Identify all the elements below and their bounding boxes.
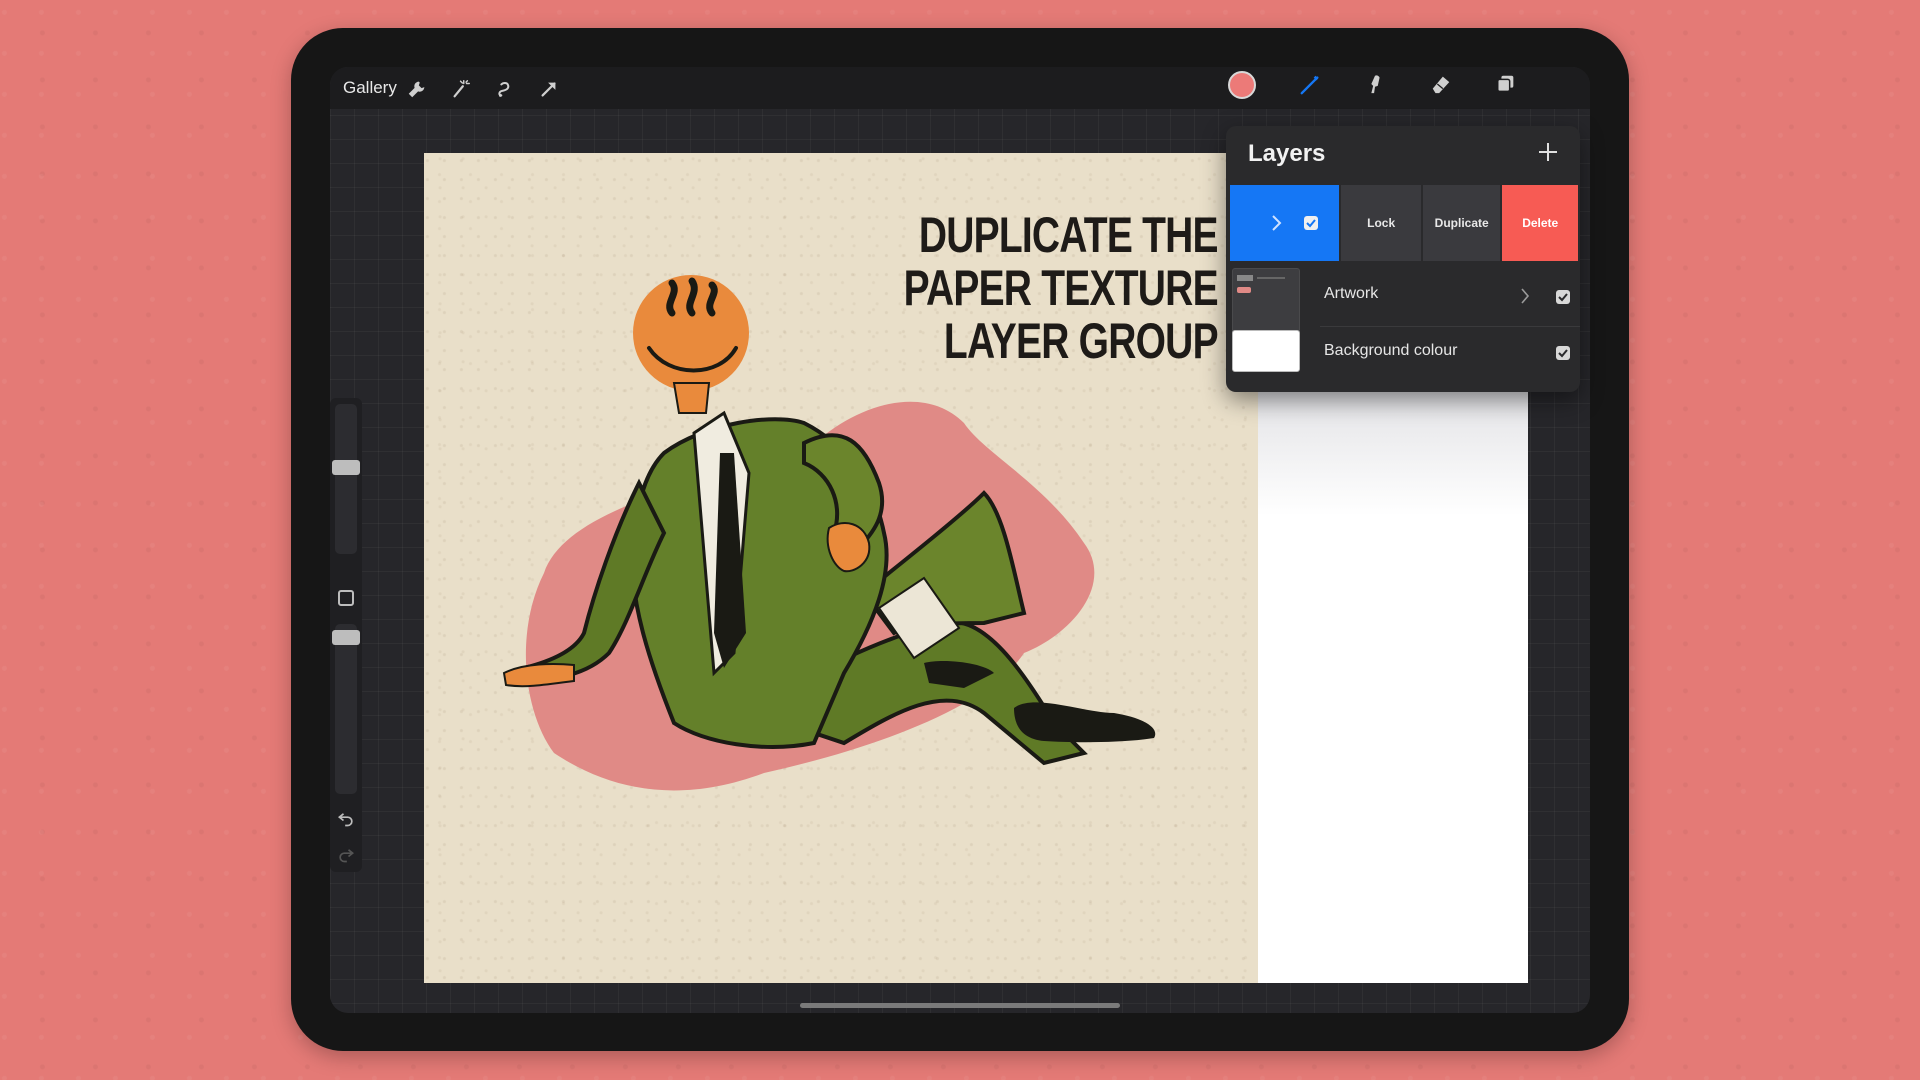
layer-row-background[interactable]: Background colour [1230,330,1578,392]
canvas-white-area [1258,360,1528,983]
redo-icon[interactable] [336,844,356,864]
opacity-thumb[interactable] [332,630,360,645]
brush-size-slider[interactable] [332,404,360,554]
brush-icon[interactable] [1297,71,1323,97]
top-toolbar: Gallery [330,67,1590,109]
transform-icon[interactable] [536,76,562,102]
layers-title: Layers [1248,140,1326,167]
selection-icon[interactable] [492,76,518,102]
layer-thumbnail [1232,268,1300,334]
opacity-slider[interactable] [332,624,360,794]
swiped-layer-row: Lock Duplicate Delete [1230,185,1578,261]
headline-line-1: DUPLICATE THE [919,207,1219,263]
layer-thumbnail [1232,330,1300,372]
modify-button[interactable] [338,590,354,606]
canvas-artwork[interactable]: DUPLICATE THE PAPER TEXTURE LAYER GROUP [424,153,1258,983]
canvas-headline: DUPLICATE THE PAPER TEXTURE LAYER GROUP [903,207,1219,369]
chevron-right-icon[interactable] [1520,287,1530,305]
smudge-icon[interactable] [1362,71,1388,97]
lock-button[interactable]: Lock [1341,185,1421,261]
layers-panel: Layers Lock Duplicate Delete Artwork Bac… [1226,126,1580,392]
wrench-icon[interactable] [404,76,430,102]
layers-icon[interactable] [1493,71,1519,97]
eraser-icon[interactable] [1428,71,1454,97]
chevron-right-icon[interactable] [1270,213,1284,233]
delete-button[interactable]: Delete [1502,185,1578,261]
layer-visibility-checkbox[interactable] [1556,290,1570,304]
layer-visibility-checkbox[interactable] [1556,346,1570,360]
undo-icon[interactable] [336,808,356,828]
duplicate-button[interactable]: Duplicate [1422,185,1501,261]
headline-line-2: PAPER TEXTURE [903,260,1219,316]
color-picker-button[interactable] [1228,71,1256,99]
plus-icon[interactable] [1536,140,1560,164]
left-sidebar [330,398,362,872]
layer-name-background: Background colour [1324,342,1458,359]
home-indicator[interactable] [800,1003,1120,1008]
magic-wand-icon[interactable] [448,76,474,102]
layer-row-artwork[interactable]: Artwork [1230,264,1578,334]
layer-divider [1320,326,1580,327]
headline-line-3: LAYER GROUP [944,313,1219,369]
gallery-button[interactable]: Gallery [343,78,397,98]
brush-size-thumb[interactable] [332,460,360,475]
layer-name-artwork: Artwork [1324,285,1379,302]
layer-visibility-checkbox[interactable] [1304,216,1318,230]
selected-layer[interactable] [1230,185,1340,261]
